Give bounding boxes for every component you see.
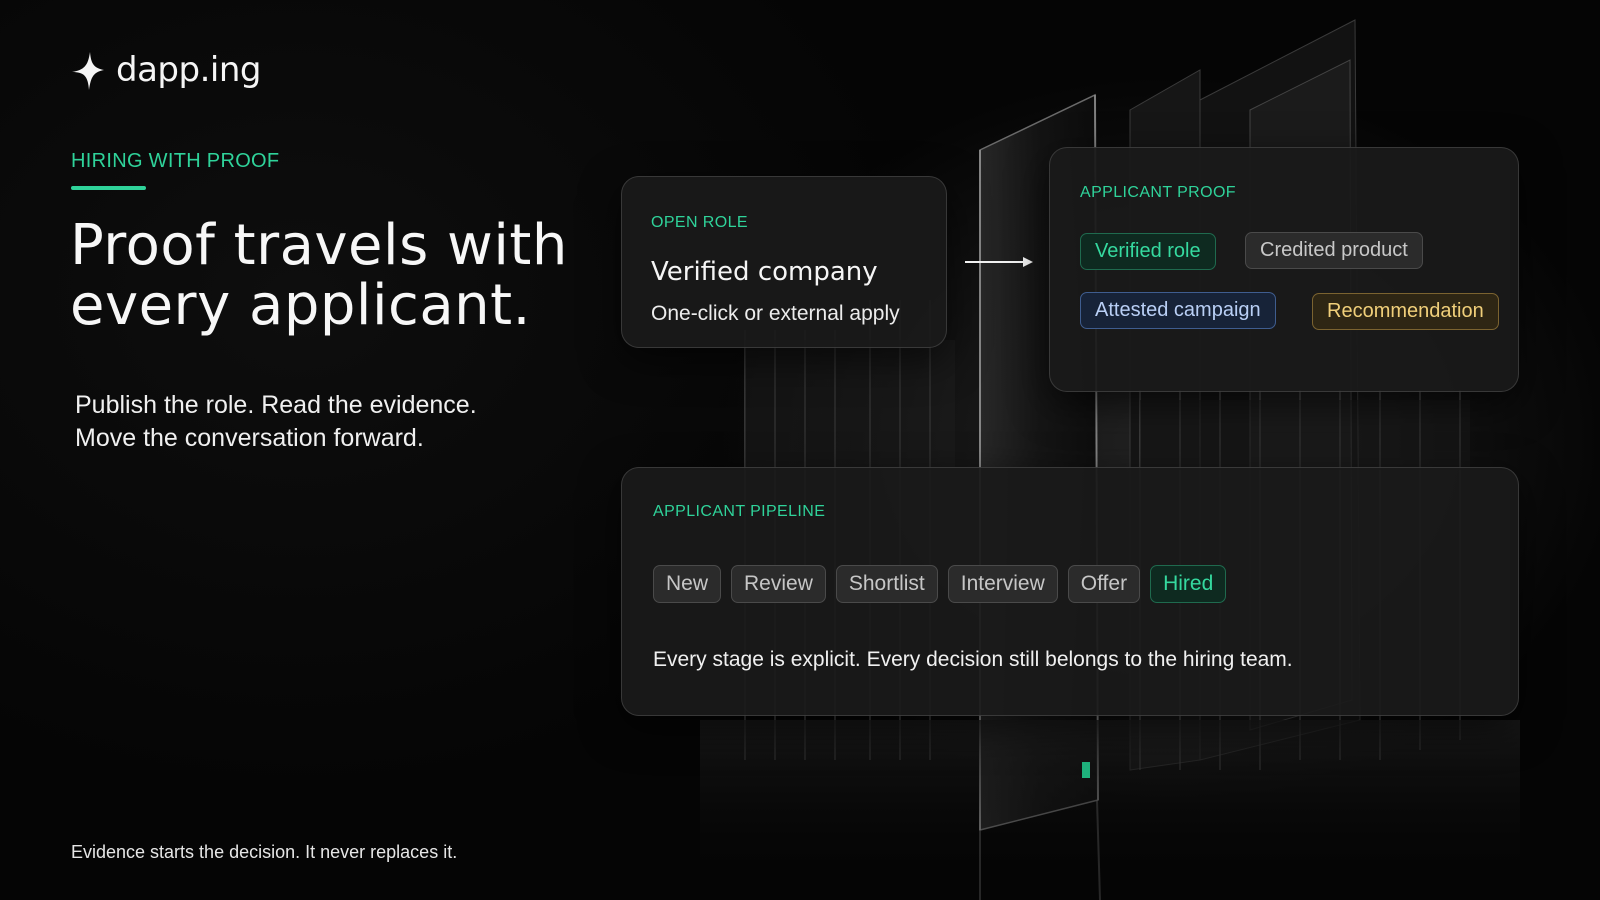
subcopy-line-1: Publish the role. Read the evidence.	[75, 391, 477, 419]
footer-note: Evidence starts the decision. It never r…	[71, 842, 458, 862]
stage-hired[interactable]: Hired	[1150, 565, 1227, 603]
open-role-card: OPEN ROLE Verified company One-click or …	[621, 176, 947, 348]
sparkle-icon	[72, 52, 104, 90]
role-title: Verified company	[651, 257, 878, 287]
role-subtitle: One-click or external apply	[651, 302, 900, 325]
stage-shortlist[interactable]: Shortlist	[835, 565, 938, 603]
section-eyebrow: HIRING WITH PROOF	[71, 150, 280, 172]
proof-chip-attested-campaign[interactable]: Attested campaign	[1080, 292, 1276, 329]
subcopy-line-2: Move the conversation forward.	[75, 424, 424, 452]
slide-canvas: dapp.ing HIRING WITH PROOF Proof travels…	[0, 0, 1600, 900]
eyebrow-underline	[71, 186, 146, 190]
proof-chip-recommendation[interactable]: Recommendation	[1312, 293, 1499, 330]
page-title: Proof travels with every applicant.	[70, 213, 568, 338]
pipeline-note: Every stage is explicit. Every decision …	[653, 648, 1293, 671]
proof-chip-verified-role[interactable]: Verified role	[1080, 233, 1216, 270]
brand-logo[interactable]: dapp.ing	[70, 48, 261, 92]
applicant-pipeline-card: APPLICANT PIPELINE New Review Shortlist …	[621, 467, 1519, 716]
applicant-proof-card: APPLICANT PROOF Verified role Credited p…	[1049, 147, 1519, 392]
hero-subcopy: Publish the role. Read the evidence. Mov…	[75, 389, 477, 455]
proof-chip-credited-product[interactable]: Credited product	[1245, 232, 1423, 269]
applicant-pipeline-label: APPLICANT PIPELINE	[653, 503, 826, 520]
stage-interview[interactable]: Interview	[947, 565, 1058, 603]
stage-review[interactable]: Review	[731, 565, 826, 603]
pipeline-stages: New Review Shortlist Interview Offer Hir…	[653, 565, 1227, 603]
open-role-label: OPEN ROLE	[651, 214, 748, 231]
applicant-proof-label: APPLICANT PROOF	[1080, 184, 1236, 201]
stage-new[interactable]: New	[653, 565, 722, 603]
stage-offer[interactable]: Offer	[1067, 565, 1141, 603]
brand-name: dapp.ing	[116, 50, 261, 90]
arrow-right-icon	[965, 257, 1033, 267]
